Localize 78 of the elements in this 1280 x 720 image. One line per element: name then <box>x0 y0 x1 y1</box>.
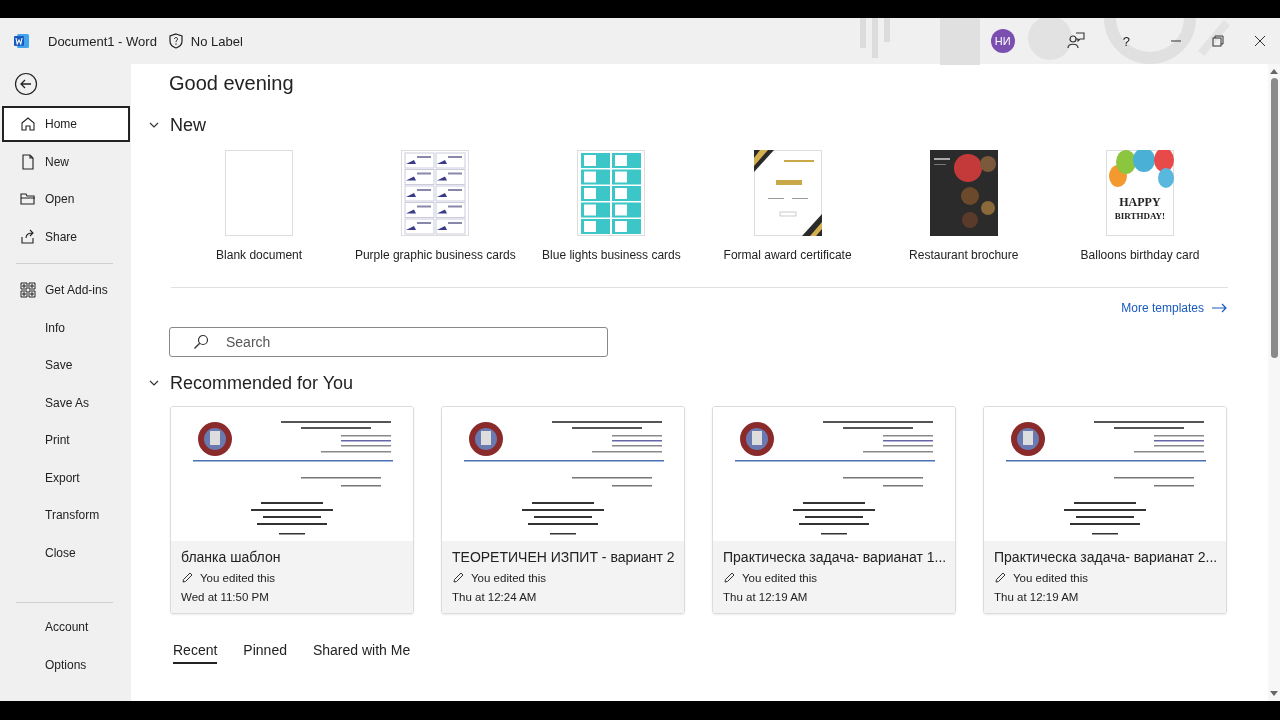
section-title: Recommended for You <box>170 372 354 394</box>
file-card[interactable]: Практическа задача- варианат 1... You edited this Thu at 12:19 AM <box>712 406 956 614</box>
scrollbar-thumb[interactable] <box>1270 78 1278 358</box>
file-time: Thu at 12:24 AM <box>452 591 538 603</box>
sidebar-item[interactable]: Save As <box>2 384 130 421</box>
sidebar-item[interactable]: Print <box>2 422 130 458</box>
scroll-down-icon[interactable] <box>1270 691 1278 697</box>
file-activity: You edited this <box>471 571 547 584</box>
window-title: Document1 - Word <box>48 33 157 49</box>
arrow-icon <box>1212 303 1228 313</box>
file-activity: You edited this <box>1013 571 1089 584</box>
sidebar-item[interactable]: Transform <box>2 497 130 533</box>
grid-icon <box>20 282 36 298</box>
sidebar-item[interactable]: Home <box>2 106 130 142</box>
template-thumbnail[interactable] <box>401 150 470 236</box>
file-card[interactable]: Практическа задача- варианат 2... You edited this Thu at 12:19 AM <box>983 406 1227 614</box>
chevron-icon[interactable] <box>149 120 159 130</box>
template-name[interactable]: Blue lights business cards <box>542 248 681 262</box>
feedback-icon[interactable] <box>1066 32 1085 50</box>
user-avatar[interactable]: НИ <box>990 29 1015 53</box>
tab[interactable]: Recent <box>173 642 218 664</box>
close-icon[interactable] <box>1254 35 1266 47</box>
document-icon <box>20 153 36 170</box>
template-name[interactable]: Restaurant brochure <box>909 248 1019 262</box>
template-name[interactable]: Purple graphic business cards <box>354 248 516 262</box>
template-name[interactable]: Formal award certificate <box>723 248 852 262</box>
card-text: BIRTHDAY! <box>1114 211 1166 221</box>
template-thumbnail[interactable] <box>929 150 998 236</box>
folder-icon <box>20 191 36 207</box>
template-thumbnail[interactable] <box>1105 150 1174 236</box>
pencil-icon <box>181 571 194 584</box>
sidebar-item[interactable]: Share <box>2 218 130 255</box>
sensitivity-label[interactable]: No Label <box>190 33 243 49</box>
tab[interactable]: Pinned <box>243 642 287 664</box>
sidebar-item[interactable]: Close <box>2 534 130 571</box>
scroll-up-icon[interactable] <box>1270 68 1278 74</box>
template-thumbnail[interactable] <box>577 150 646 236</box>
file-name: ТЕОРЕТИЧЕН ИЗПИТ - вариант 2 <box>452 549 674 565</box>
back-icon[interactable] <box>14 72 38 96</box>
file-name: Практическа задача- варианат 1... <box>723 549 945 565</box>
search-field[interactable]: Search <box>169 327 608 357</box>
chevron-icon[interactable] <box>149 378 159 388</box>
template-thumbnail[interactable] <box>753 150 822 236</box>
pencil-icon <box>723 571 736 584</box>
card-text: HAPPY <box>1119 195 1161 210</box>
sidebar-item[interactable]: New <box>2 143 130 180</box>
greeting: Good evening <box>169 72 295 96</box>
restore-icon[interactable] <box>1212 35 1224 47</box>
pencil-icon <box>452 571 465 584</box>
file-time: Wed at 11:50 PM <box>181 591 270 603</box>
sidebar-item[interactable]: Open <box>2 181 130 217</box>
section-title: New <box>170 114 206 136</box>
sidebar-item[interactable]: Export <box>2 459 130 496</box>
template-name[interactable]: Balloons birthday card <box>1080 248 1200 262</box>
home-icon <box>20 116 36 132</box>
template-thumbnail[interactable] <box>225 150 294 236</box>
help-button[interactable]: ? <box>1122 33 1130 49</box>
file-time: Thu at 12:19 AM <box>723 591 809 603</box>
file-activity: You edited this <box>200 571 276 584</box>
search-icon <box>193 334 209 350</box>
file-activity: You edited this <box>742 571 818 584</box>
file-card[interactable]: ТЕОРЕТИЧЕН ИЗПИТ - вариант 2 You edited this Thu at 12:24 AM <box>441 406 685 614</box>
file-name: Практическа задача- варианат 2... <box>994 549 1216 565</box>
sidebar-item[interactable]: Get Add-ins <box>2 272 130 308</box>
file-time: Thu at 12:19 AM <box>994 591 1080 603</box>
pencil-icon <box>994 571 1007 584</box>
shield-icon <box>168 33 183 49</box>
template-name[interactable]: Blank document <box>216 248 303 262</box>
share-icon <box>20 228 36 245</box>
more-templates-link[interactable]: More templates <box>1121 301 1228 315</box>
sidebar-item[interactable]: Account <box>2 609 130 645</box>
tab[interactable]: Shared with Me <box>312 642 411 664</box>
sidebar-item[interactable]: Info <box>2 309 130 346</box>
file-name: бланка шаблон <box>181 549 282 565</box>
sidebar-item[interactable]: Options <box>2 646 130 683</box>
sidebar-item[interactable]: Save <box>2 347 130 383</box>
word-logo-icon <box>14 33 30 49</box>
file-card[interactable]: бланка шаблон You edited this Wed at 11:50 PM <box>170 406 414 614</box>
